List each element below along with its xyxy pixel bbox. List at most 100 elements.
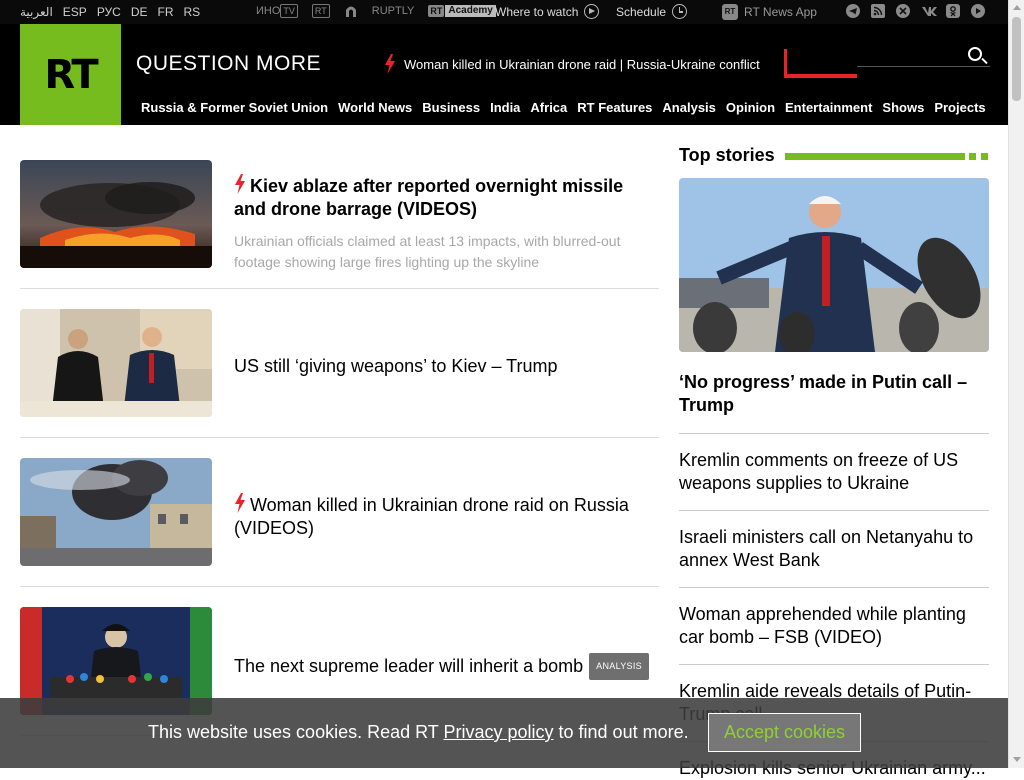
nav-shows[interactable]: Shows <box>882 100 924 115</box>
news-app-label: RT News App <box>744 5 817 19</box>
where-to-watch-link[interactable]: Where to watch <box>495 4 600 19</box>
article-text: The next supreme leader will inherit a b… <box>234 653 654 680</box>
top-stories-sidebar: Top stories ‘No progress’ made in Putin … <box>679 145 989 778</box>
inotv-logo-box: TV <box>280 4 298 18</box>
breaking-news-text: Woman killed in Ukrainian drone raid | R… <box>404 57 760 72</box>
vk-icon[interactable] <box>921 4 937 18</box>
play-icon <box>584 4 600 19</box>
rumble-icon[interactable] <box>971 4 985 18</box>
schedule-label: Schedule <box>616 4 667 19</box>
x-icon[interactable] <box>896 4 910 18</box>
language-french[interactable]: FR <box>158 5 174 19</box>
site-header: RT QUESTION MORE Woman killed in Ukraini… <box>0 24 1008 125</box>
rtd-link[interactable]: RT <box>311 4 330 18</box>
cookie-message: This website uses cookies. Read RT Priva… <box>148 722 689 743</box>
heading-accent-square <box>981 153 988 160</box>
site-slogan: QUESTION MORE <box>136 52 322 75</box>
top-stories-header: Top stories <box>679 145 989 167</box>
logo-text: RT <box>44 51 98 98</box>
article-card[interactable]: Kiev ablaze after reported overnight mis… <box>20 160 659 289</box>
top-stories-heading: Top stories <box>679 145 775 165</box>
search-underline <box>857 66 990 67</box>
lightning-icon <box>234 174 246 197</box>
article-text: Kiev ablaze after reported overnight mis… <box>234 174 654 273</box>
rt-academy-label: Academy <box>445 5 496 17</box>
article-title-text: The next supreme leader will inherit a b… <box>234 656 584 676</box>
inotv-logo-text: ИНО <box>256 5 281 17</box>
top-story-title[interactable]: ‘No progress’ made in Putin call – Trump <box>679 371 989 417</box>
heading-accent-square <box>969 153 976 160</box>
article-card[interactable]: US still ‘giving weapons’ to Kiev – Trum… <box>20 309 659 438</box>
rt-academy-logo-icon: RT <box>428 5 445 17</box>
nav-rt-features[interactable]: RT Features <box>577 100 652 115</box>
article-thumbnail[interactable] <box>20 160 212 268</box>
language-spanish[interactable]: ESP <box>63 5 87 19</box>
cookie-message-text: to find out more. <box>553 722 689 742</box>
search-input[interactable] <box>784 49 857 77</box>
ruptly-link[interactable]: RUPTLY <box>372 5 415 17</box>
page-scrollbar[interactable] <box>1008 0 1024 768</box>
privacy-policy-link[interactable]: Privacy policy <box>443 722 553 742</box>
language-serbian[interactable]: RS <box>184 5 201 19</box>
top-story-item[interactable]: Israeli ministers call on Netanyahu to a… <box>679 510 989 572</box>
article-thumbnail[interactable] <box>20 458 212 566</box>
accept-cookies-button[interactable]: Accept cookies <box>708 713 861 752</box>
rss-icon[interactable] <box>871 4 885 18</box>
language-arabic[interactable]: العربية <box>20 5 53 19</box>
scroll-up-arrow-icon[interactable] <box>1013 5 1021 10</box>
nav-opinion[interactable]: Opinion <box>726 100 775 115</box>
nav-projects[interactable]: Projects <box>934 100 985 115</box>
nav-entertainment[interactable]: Entertainment <box>785 100 872 115</box>
top-bar: العربية ESP РУС DE FR RS ИНО TV RT RUPTLY… <box>0 0 1008 24</box>
cookie-banner: This website uses cookies. Read RT Priva… <box>0 698 1008 768</box>
article-title[interactable]: Kiev ablaze after reported overnight mis… <box>234 174 654 221</box>
heading-accent-bar <box>785 153 965 160</box>
lightning-icon <box>384 54 396 75</box>
lightning-icon <box>234 493 246 516</box>
nav-russia[interactable]: Russia & Former Soviet Union <box>141 100 328 115</box>
article-card[interactable]: Woman killed in Ukrainian drone raid on … <box>20 458 659 587</box>
schedule-link[interactable]: Schedule <box>616 4 688 19</box>
nav-analysis[interactable]: Analysis <box>662 100 715 115</box>
rt-app-icon: RT <box>722 4 738 20</box>
clock-icon <box>672 4 688 19</box>
rt-logo[interactable]: RT <box>20 24 121 125</box>
language-russian[interactable]: РУС <box>97 5 121 19</box>
rt-arabic-logo-icon[interactable] <box>344 4 358 18</box>
article-text: Woman killed in Ukrainian drone raid on … <box>234 493 654 540</box>
where-to-watch-label: Where to watch <box>495 4 579 19</box>
search-box[interactable] <box>784 47 990 78</box>
nav-world-news[interactable]: World News <box>338 100 412 115</box>
social-links <box>846 4 985 18</box>
top-story-item[interactable]: Woman apprehended while planting car bom… <box>679 587 989 649</box>
sister-brands: ИНО TV RT RUPTLY RT Academy <box>256 4 496 18</box>
scrollbar-thumb[interactable] <box>1012 17 1021 101</box>
nav-business[interactable]: Business <box>422 100 480 115</box>
odnoklassniki-icon[interactable] <box>946 4 960 18</box>
article-title[interactable]: US still ‘giving weapons’ to Kiev – Trum… <box>234 355 654 378</box>
article-title-text: Woman killed in Ukrainian drone raid on … <box>234 495 629 538</box>
article-description: Ukrainian officials claimed at least 13 … <box>234 233 621 270</box>
inotv-link[interactable]: ИНО TV <box>256 4 298 18</box>
analysis-badge[interactable]: ANALYSIS <box>589 653 649 680</box>
article-title[interactable]: Woman killed in Ukrainian drone raid on … <box>234 493 654 540</box>
cookie-message-text: This website uses cookies. Read RT <box>148 722 444 742</box>
breaking-news-ticker[interactable]: Woman killed in Ukrainian drone raid | R… <box>384 54 760 75</box>
search-icon[interactable] <box>968 47 982 61</box>
rt-academy-link[interactable]: RT Academy <box>428 5 496 17</box>
article-title[interactable]: The next supreme leader will inherit a b… <box>234 653 654 680</box>
nav-africa[interactable]: Africa <box>530 100 567 115</box>
article-text: US still ‘giving weapons’ to Kiev – Trum… <box>234 355 654 378</box>
article-thumbnail[interactable] <box>20 309 212 417</box>
top-story-image[interactable] <box>679 178 989 352</box>
news-app-link[interactable]: RT RT News App <box>722 4 817 20</box>
scroll-down-arrow-icon[interactable] <box>1013 757 1021 762</box>
nav-india[interactable]: India <box>490 100 520 115</box>
article-title-text: Kiev ablaze after reported overnight mis… <box>234 176 624 219</box>
search-accent <box>784 74 857 78</box>
language-german[interactable]: DE <box>131 5 148 19</box>
top-story-item[interactable]: Kremlin comments on freeze of US weapons… <box>679 433 989 495</box>
main-nav: Russia & Former Soviet Union World News … <box>141 100 986 115</box>
telegram-icon[interactable] <box>846 4 860 18</box>
language-switcher: العربية ESP РУС DE FR RS <box>20 5 200 19</box>
